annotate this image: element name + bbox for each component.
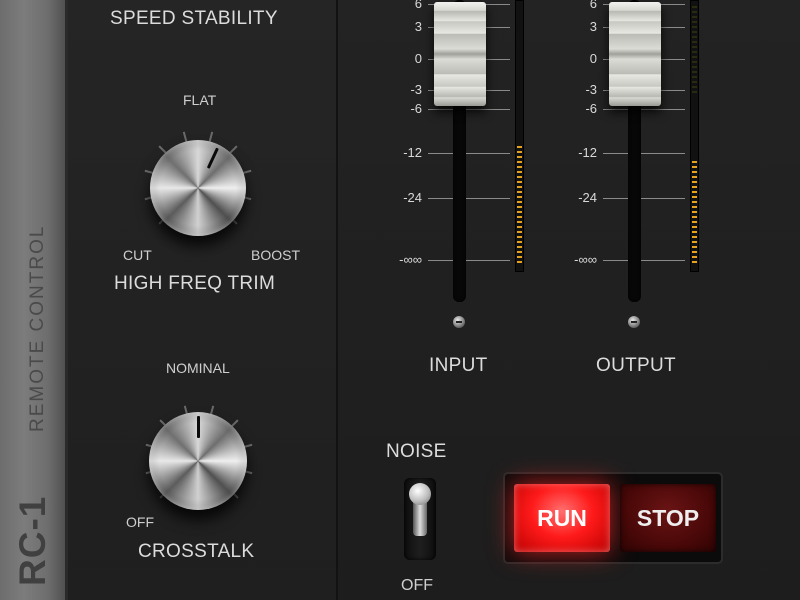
noise-toggle-switch[interactable] <box>404 478 436 560</box>
noise-off-label: OFF <box>401 577 433 594</box>
side-strip: RC-1 REMOTE CONTROL <box>0 0 68 600</box>
strip-label: REMOTE CONTROL <box>27 224 48 432</box>
input-label: INPUT <box>429 355 488 376</box>
run-button[interactable]: RUN <box>514 484 610 552</box>
toggle-knob-icon <box>409 483 431 505</box>
crosstalk-knob-group <box>124 384 274 534</box>
output-fader-handle[interactable] <box>609 2 661 106</box>
output-label: OUTPUT <box>596 355 676 376</box>
input-scale-label: 6 <box>414 0 422 11</box>
output-scale-label: -12 <box>578 145 597 160</box>
hf-trim-boost-label: BOOST <box>251 247 301 263</box>
hf-trim-knob-group <box>123 110 273 260</box>
output-scale-label: -24 <box>578 190 597 205</box>
speed-stability-label: SPEED STABILITY <box>110 8 278 29</box>
input-scale-label: -24 <box>403 190 422 205</box>
screw-icon <box>453 316 465 328</box>
output-scale-label: 6 <box>589 0 597 11</box>
input-scale-label: -12 <box>403 145 422 160</box>
hf-trim-flat-label: FLAT <box>183 92 217 108</box>
high-freq-trim-knob[interactable] <box>150 140 246 236</box>
output-level-meter <box>690 0 699 272</box>
output-scale-label: 3 <box>589 19 597 34</box>
input-scale-label: -3 <box>410 82 422 97</box>
model-label: RC-1 <box>12 495 53 586</box>
output-scale-label: -6 <box>585 101 597 116</box>
crosstalk-off-label: OFF <box>126 514 154 530</box>
input-scale-label: 0 <box>414 51 422 66</box>
transport-controls: RUN STOP <box>505 474 721 562</box>
input-level-meter <box>515 0 524 272</box>
hf-trim-knob-pointer <box>206 147 219 169</box>
input-scale-label: -6 <box>410 101 422 116</box>
hf-trim-cut-label: CUT <box>123 247 152 263</box>
crosstalk-knob[interactable] <box>149 412 247 510</box>
input-scale-label: -∞∞ <box>399 252 422 267</box>
crosstalk-nominal-label: NOMINAL <box>166 360 230 376</box>
input-fader-handle[interactable] <box>434 2 486 106</box>
high-freq-trim-title: HIGH FREQ TRIM <box>114 273 276 294</box>
stop-button[interactable]: STOP <box>620 484 716 552</box>
output-scale-label: 0 <box>589 51 597 66</box>
screw-icon <box>628 316 640 328</box>
crosstalk-knob-pointer <box>197 416 200 438</box>
output-scale-label: -3 <box>585 82 597 97</box>
input-scale-label: 3 <box>414 19 422 34</box>
noise-label: NOISE <box>386 441 447 462</box>
output-scale-label: -∞∞ <box>574 252 597 267</box>
crosstalk-title: CROSSTALK <box>138 541 255 562</box>
